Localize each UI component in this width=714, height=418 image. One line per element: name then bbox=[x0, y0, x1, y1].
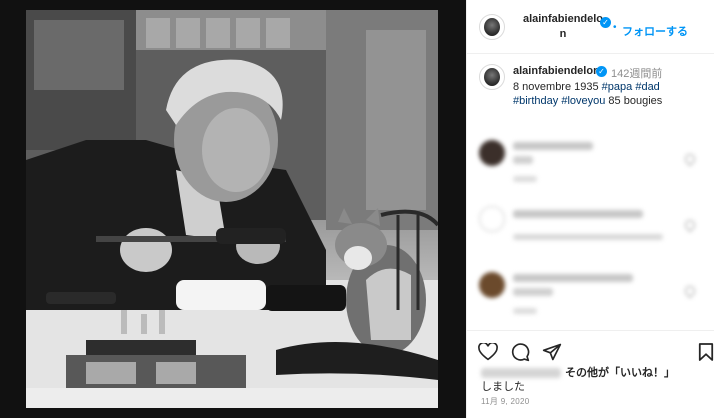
caption-text: 8 novembre 1935 #papa #dad #birthday #lov… bbox=[513, 80, 708, 108]
post-date[interactable]: 11月 9, 2020 bbox=[481, 396, 530, 407]
commenter-avatar bbox=[479, 272, 505, 298]
comment-icon bbox=[511, 343, 530, 362]
likes-text-line2: しました bbox=[481, 381, 525, 393]
post-caption: alainfabiendelon ✓ 142週間前 8 novembre 193… bbox=[467, 54, 714, 124]
comment-meta-blurred bbox=[513, 234, 663, 240]
author-avatar[interactable] bbox=[479, 14, 505, 40]
caption-tail-text: 85 bougies bbox=[605, 95, 663, 107]
separator-dot: • bbox=[613, 22, 617, 33]
comment-meta-blurred bbox=[513, 308, 537, 314]
caption-username[interactable]: alainfabiendelon bbox=[513, 65, 600, 77]
likes-summary[interactable]: その他が「いいね！」 しました bbox=[481, 366, 711, 394]
heart-icon[interactable] bbox=[682, 151, 698, 167]
share-icon bbox=[542, 343, 562, 361]
post-photo bbox=[26, 10, 438, 408]
like-button[interactable] bbox=[477, 341, 499, 363]
hashtag-link[interactable]: #loveyou bbox=[561, 95, 605, 107]
caption-avatar[interactable] bbox=[479, 64, 505, 90]
commenter-avatar bbox=[479, 140, 505, 166]
share-button[interactable] bbox=[541, 341, 563, 363]
comment-text-blurred bbox=[513, 156, 533, 164]
comment-text-blurred bbox=[513, 274, 633, 282]
comment-text-blurred bbox=[513, 288, 553, 296]
bookmark-icon bbox=[698, 343, 714, 361]
liker-names-blurred bbox=[481, 368, 561, 379]
verified-badge-icon: ✓ bbox=[596, 66, 607, 77]
action-bar bbox=[467, 330, 714, 370]
post-header: alainfabiendelo n ✓ • フォローする bbox=[467, 0, 714, 54]
hashtag-link[interactable]: #dad bbox=[635, 81, 659, 93]
hashtag-link[interactable]: #birthday bbox=[513, 95, 558, 107]
follow-button[interactable]: フォローする bbox=[622, 23, 688, 39]
author-username[interactable]: alainfabiendelo n bbox=[513, 12, 613, 42]
comment-text-blurred bbox=[513, 142, 593, 150]
post-media[interactable] bbox=[0, 0, 466, 418]
author-username-line1[interactable]: alainfabiendelo bbox=[523, 13, 603, 25]
comment-text-blurred bbox=[513, 210, 643, 218]
likes-text: その他が「いいね！」 bbox=[565, 367, 675, 379]
comment-list bbox=[467, 130, 714, 330]
comment-item bbox=[467, 196, 714, 256]
post-side-panel: alainfabiendelo n ✓ • フォローする alainfabien… bbox=[466, 0, 714, 418]
commenter-avatar bbox=[479, 206, 505, 232]
hashtag-link[interactable]: #papa bbox=[602, 81, 633, 93]
save-button[interactable] bbox=[695, 341, 714, 363]
comment-item bbox=[467, 262, 714, 322]
author-username-line2[interactable]: n bbox=[513, 27, 613, 42]
verified-badge-icon: ✓ bbox=[600, 17, 611, 28]
caption-timestamp[interactable]: 142週間前 bbox=[611, 65, 662, 81]
heart-icon[interactable] bbox=[682, 217, 698, 233]
caption-date-text: 8 novembre 1935 bbox=[513, 81, 602, 93]
comment-item bbox=[467, 130, 714, 190]
comment-meta-blurred bbox=[513, 176, 537, 182]
heart-icon[interactable] bbox=[682, 283, 698, 299]
heart-icon bbox=[478, 343, 498, 361]
comment-button[interactable] bbox=[509, 341, 531, 363]
photo-illustration bbox=[26, 10, 438, 408]
